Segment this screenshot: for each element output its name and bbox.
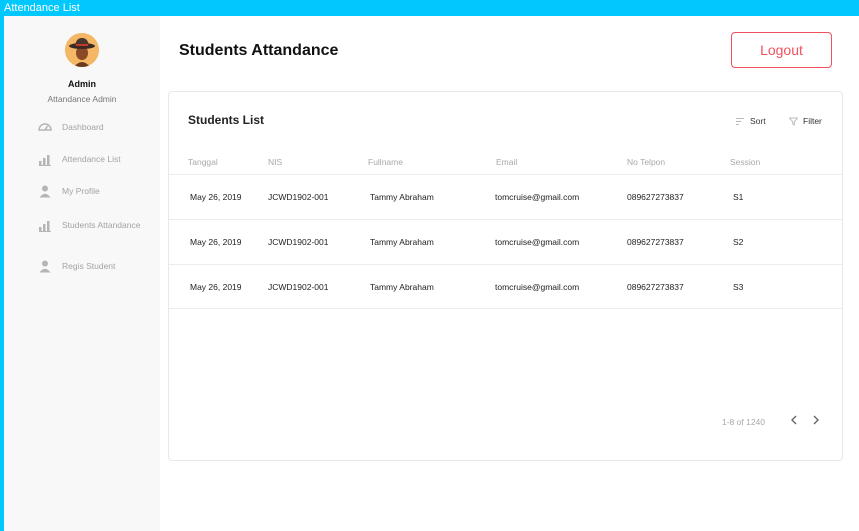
column-header-no-telpon[interactable]: No Telpon [627, 157, 665, 167]
sidebar-item-my-profile[interactable]: My Profile [38, 183, 100, 199]
sidebar-item-regis-student[interactable]: Regis Student [38, 258, 115, 274]
next-page-button[interactable] [808, 412, 824, 428]
column-header-nis[interactable]: NIS [268, 157, 282, 167]
cell-email: tomcruise@gmail.com [495, 282, 580, 292]
sidebar-item-label: Dashboard [62, 122, 104, 132]
sidebar: Admin Attandance Admin Dashboard Attenda… [4, 16, 160, 531]
pagination-range: 1-8 of 1240 [722, 417, 766, 427]
sort-label: Sort [750, 116, 766, 126]
app-window: Admin Attandance Admin Dashboard Attenda… [4, 16, 859, 531]
cell-session: S3 [733, 282, 744, 292]
cell-fullname: Tammy Abraham [370, 237, 434, 247]
logout-button[interactable]: Logout [731, 32, 832, 68]
chevron-right-icon [813, 415, 819, 425]
filter-icon [789, 117, 798, 126]
cell-fullname: Tammy Abraham [370, 282, 434, 292]
dashboard-icon [38, 120, 52, 134]
chart-icon [38, 218, 52, 232]
admin-role: Attandance Admin [47, 94, 117, 104]
table-row[interactable]: May 26, 2019 JCWD1902-001 Tammy Abraham … [169, 264, 842, 309]
filter-label: Filter [803, 116, 822, 126]
cell-phone: 089627273837 [627, 237, 684, 247]
column-header-session[interactable]: Session [730, 157, 760, 167]
filter-button[interactable]: Filter [789, 116, 822, 126]
window-title: Attendance List [4, 2, 80, 14]
cell-session: S1 [733, 192, 744, 202]
cell-fullname: Tammy Abraham [370, 192, 434, 202]
cell-tanggal: May 26, 2019 [190, 237, 242, 247]
column-header-email[interactable]: Email [496, 157, 517, 167]
cell-nis: JCWD1902-001 [268, 282, 329, 292]
avatar-image [65, 33, 99, 67]
card-title: Students List [188, 113, 265, 127]
admin-name: Admin [68, 79, 96, 89]
sidebar-item-label: My Profile [62, 186, 100, 196]
user-icon [38, 259, 52, 273]
page-title: Students Attandance [179, 42, 339, 59]
cell-tanggal: May 26, 2019 [190, 192, 242, 202]
cell-nis: JCWD1902-001 [268, 237, 329, 247]
cell-tanggal: May 26, 2019 [190, 282, 242, 292]
sidebar-item-label: Regis Student [62, 261, 116, 271]
prev-page-button[interactable] [786, 412, 802, 428]
cell-phone: 089627273837 [627, 282, 684, 292]
table-row[interactable]: May 26, 2019 JCWD1902-001 Tammy Abraham … [169, 219, 842, 264]
cell-session: S2 [733, 237, 744, 247]
cell-email: tomcruise@gmail.com [495, 237, 580, 247]
sort-icon [736, 117, 744, 125]
cell-nis: JCWD1902-001 [268, 192, 329, 202]
user-icon [38, 184, 52, 198]
chart-icon [38, 152, 52, 166]
cell-phone: 089627273837 [627, 192, 684, 202]
sidebar-item-students-attandance[interactable]: Students Attandance [38, 217, 140, 233]
sidebar-item-dashboard[interactable]: Dashboard [38, 119, 104, 135]
chevron-left-icon [791, 415, 797, 425]
sidebar-item-attendance-list[interactable]: Attendance List [38, 151, 121, 167]
table-row[interactable]: May 26, 2019 JCWD1902-001 Tammy Abraham … [169, 174, 842, 219]
column-header-tanggal[interactable]: Tanggal [188, 157, 218, 167]
sort-button[interactable]: Sort [736, 116, 766, 126]
sidebar-item-label: Attendance List [62, 154, 121, 164]
avatar [65, 33, 99, 67]
cell-email: tomcruise@gmail.com [495, 192, 580, 202]
students-list-card: Students List Sort Filter Tanggal NIS Fu… [168, 91, 843, 461]
sidebar-item-label: Students Attandance [62, 220, 141, 230]
column-header-fullname[interactable]: Fullname [368, 157, 403, 167]
